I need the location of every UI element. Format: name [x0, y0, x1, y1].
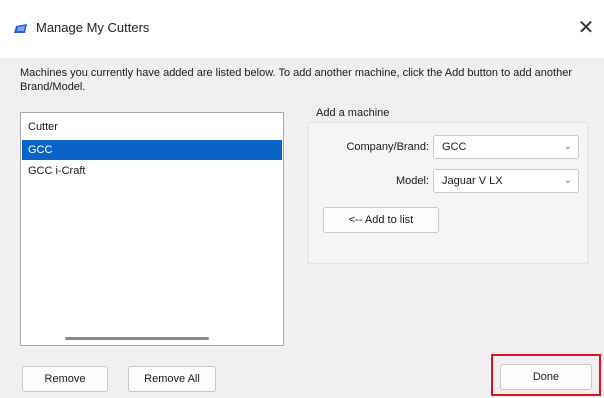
cutter-app-icon [14, 24, 28, 34]
model-select[interactable]: Jaguar V LX ⌄ [433, 169, 579, 193]
list-header: Cutter [28, 121, 58, 133]
list-item-gcc-icraft[interactable]: GCC i-Craft [22, 161, 282, 181]
company-brand-label: Company/Brand: [346, 141, 429, 153]
add-machine-group: Company/Brand: GCC ⌄ Model: Jaguar V LX … [308, 122, 588, 264]
manage-cutters-dialog: Manage My Cutters ✕ Machines you current… [0, 0, 604, 398]
close-icon: ✕ [577, 17, 595, 39]
chevron-down-icon: ⌄ [563, 175, 572, 186]
remove-all-button[interactable]: Remove All [128, 366, 216, 392]
remove-button[interactable]: Remove [22, 366, 108, 392]
close-button[interactable]: ✕ [572, 14, 600, 42]
add-machine-group-label: Add a machine [316, 107, 390, 119]
horizontal-scrollbar[interactable] [65, 337, 209, 340]
window-title: Manage My Cutters [36, 20, 150, 35]
list-item-gcc[interactable]: GCC [22, 140, 282, 160]
cutter-list[interactable]: Cutter GCC GCC i-Craft [20, 112, 284, 346]
done-highlight-box [491, 354, 601, 396]
add-to-list-button[interactable]: <-- Add to list [323, 207, 439, 233]
model-value: Jaguar V LX [442, 175, 503, 187]
company-brand-value: GCC [442, 141, 467, 153]
model-label: Model: [395, 175, 429, 187]
company-brand-select[interactable]: GCC ⌄ [433, 135, 579, 159]
title-bar: Manage My Cutters ✕ [0, 0, 604, 58]
chevron-down-icon: ⌄ [563, 141, 572, 152]
instructions-text: Machines you currently have added are li… [20, 67, 572, 93]
